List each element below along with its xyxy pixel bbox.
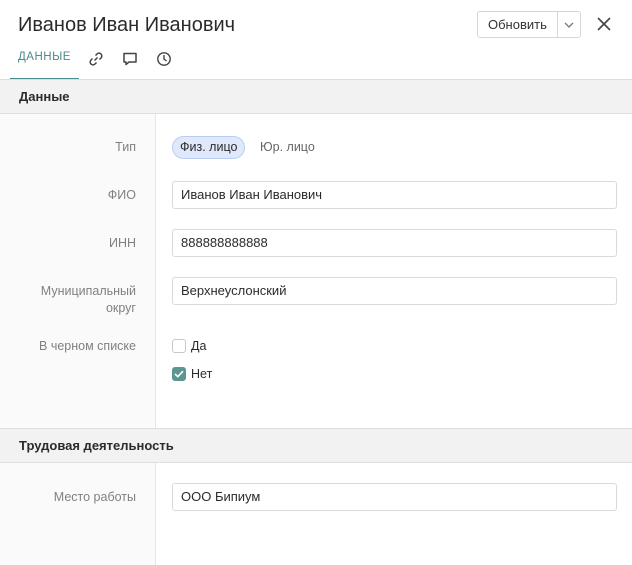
link-icon	[89, 52, 103, 66]
label-column	[0, 114, 156, 428]
tab-links[interactable]	[79, 44, 113, 74]
field-label-inn: ИНН	[108, 236, 136, 250]
checkbox-yes[interactable]	[172, 339, 186, 353]
refresh-button[interactable]: Обновить	[478, 12, 558, 37]
workplace-field[interactable]: ООО Бипиум	[172, 483, 617, 511]
close-icon	[597, 17, 611, 31]
type-option-individual[interactable]: Физ. лицо	[172, 136, 246, 159]
close-button[interactable]	[593, 13, 615, 35]
field-label-workplace: Место работы	[53, 490, 136, 504]
fio-field[interactable]: Иванов Иван Иванович	[172, 181, 617, 209]
refresh-button-group: Обновить	[477, 11, 581, 38]
section-header-work: Трудовая деятельность	[0, 428, 632, 463]
section-title: Данные	[19, 89, 70, 104]
blacklist-option-yes[interactable]: Да	[172, 337, 206, 355]
district-field[interactable]: Верхнеуслонский	[172, 277, 617, 305]
refresh-dropdown-button[interactable]	[558, 12, 580, 37]
checkmark-icon	[174, 370, 184, 378]
chevron-down-icon	[564, 22, 574, 28]
blacklist-option-no[interactable]: Нет	[172, 365, 212, 383]
type-option-legal[interactable]: Юр. лицо	[253, 136, 322, 159]
history-icon	[157, 52, 171, 66]
record-title: Иванов Иван Иванович	[18, 14, 236, 36]
field-label-district-line1: Муниципальный	[40, 284, 136, 298]
card-header: Иванов Иван Иванович Обновить ДАННЫЕ	[0, 0, 632, 80]
tab-history[interactable]	[147, 44, 181, 74]
tab-comments[interactable]	[113, 44, 147, 74]
tab-data[interactable]: ДАННЫЕ	[10, 44, 79, 80]
section-title: Трудовая деятельность	[19, 438, 174, 453]
comment-icon	[123, 52, 137, 66]
section-header-data: Данные	[0, 79, 632, 114]
field-label-district-line2: округ	[105, 301, 136, 315]
label-column	[0, 463, 156, 565]
tab-bar: ДАННЫЕ	[10, 44, 181, 80]
field-label-fio: ФИО	[107, 188, 136, 202]
field-label-type: Тип	[115, 140, 136, 154]
inn-field[interactable]: 888888888888	[172, 229, 617, 257]
checkbox-no[interactable]	[172, 367, 186, 381]
checkbox-label-yes: Да	[191, 339, 207, 353]
checkbox-label-no: Нет	[191, 367, 213, 381]
field-label-blacklist: В черном списке	[39, 339, 136, 353]
